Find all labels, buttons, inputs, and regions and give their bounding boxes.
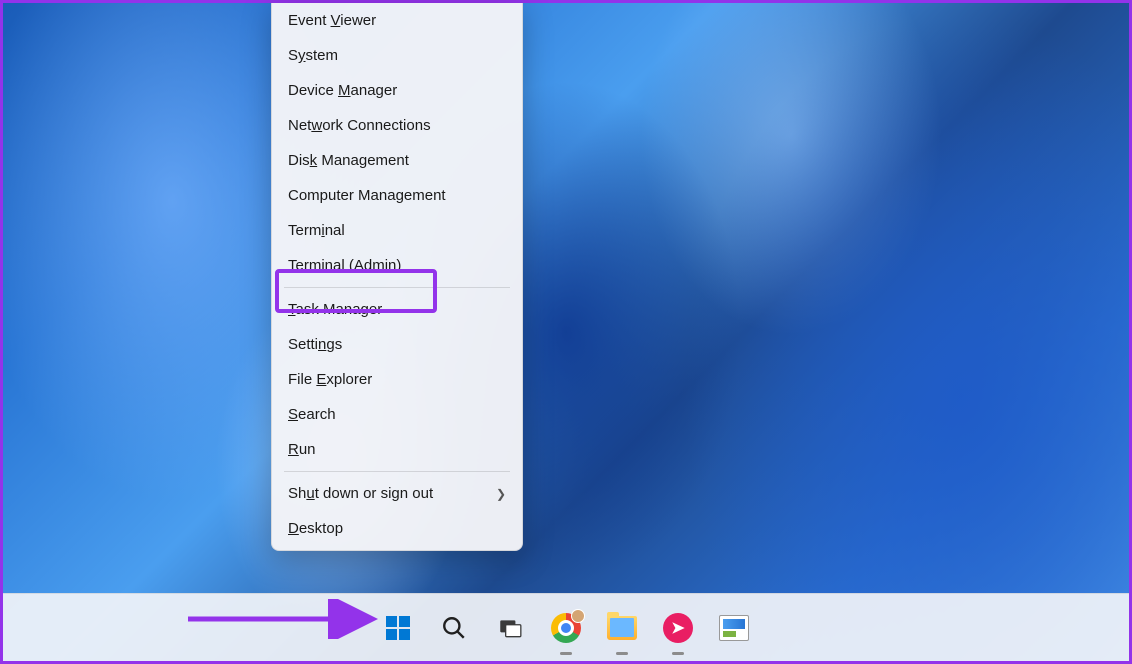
taskbar: ➤ <box>3 593 1129 661</box>
profile-avatar-badge <box>571 609 585 623</box>
share-app-button[interactable]: ➤ <box>657 607 699 649</box>
windows-start-icon <box>386 616 410 640</box>
menu-separator <box>284 471 510 472</box>
task-view-button[interactable] <box>489 607 531 649</box>
menu-item-file-explorer[interactable]: File Explorer <box>272 362 522 397</box>
menu-item-settings[interactable]: Settings <box>272 327 522 362</box>
chevron-right-icon: ❯ <box>496 487 506 501</box>
share-app-icon: ➤ <box>663 613 693 643</box>
menu-item-computer-management[interactable]: Computer Management <box>272 178 522 213</box>
search-icon <box>441 615 467 641</box>
menu-item-device-manager[interactable]: Device Manager <box>272 73 522 108</box>
control-panel-button[interactable] <box>713 607 755 649</box>
file-explorer-button[interactable] <box>601 607 643 649</box>
menu-item-shutdown[interactable]: Shut down or sign out❯ <box>272 476 522 511</box>
winx-context-menu: Event Viewer System Device Manager Netwo… <box>271 3 523 551</box>
menu-item-system[interactable]: System <box>272 38 522 73</box>
running-indicator <box>616 652 628 655</box>
running-indicator <box>560 652 572 655</box>
menu-item-event-viewer[interactable]: Event Viewer <box>272 3 522 38</box>
desktop-wallpaper <box>3 3 1129 661</box>
menu-item-run[interactable]: Run <box>272 432 522 467</box>
control-panel-icon <box>719 615 749 641</box>
menu-item-terminal-admin[interactable]: Terminal (Admin) <box>272 248 522 283</box>
menu-item-terminal[interactable]: Terminal <box>272 213 522 248</box>
menu-item-disk-management[interactable]: Disk Management <box>272 143 522 178</box>
task-view-icon <box>497 615 523 641</box>
menu-item-search[interactable]: Search <box>272 397 522 432</box>
folder-icon <box>607 616 637 640</box>
start-button[interactable] <box>377 607 419 649</box>
menu-item-network-connections[interactable]: Network Connections <box>272 108 522 143</box>
chrome-icon <box>551 613 581 643</box>
chrome-button[interactable] <box>545 607 587 649</box>
menu-separator <box>284 287 510 288</box>
menu-item-desktop[interactable]: Desktop <box>272 511 522 546</box>
running-indicator <box>672 652 684 655</box>
menu-item-task-manager[interactable]: Task Manager <box>272 292 522 327</box>
search-button[interactable] <box>433 607 475 649</box>
